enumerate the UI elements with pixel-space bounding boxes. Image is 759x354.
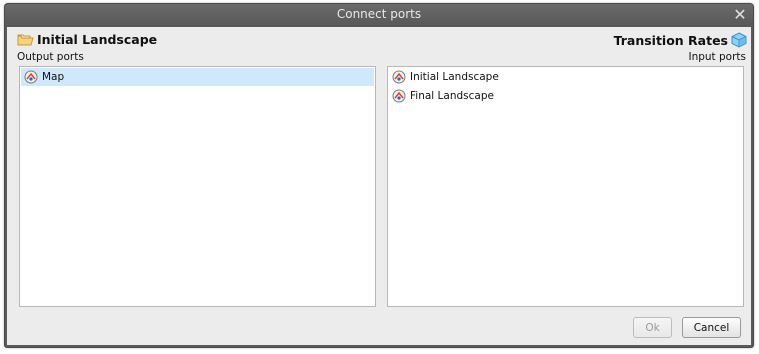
source-title: Initial Landscape (37, 32, 158, 47)
cancel-button[interactable]: Cancel (682, 317, 741, 338)
source-header: Initial Landscape (17, 32, 157, 47)
close-button[interactable]: ✕ (731, 5, 749, 25)
title-bar[interactable]: Connect ports ✕ (5, 4, 753, 27)
ok-button[interactable]: Ok (633, 317, 672, 338)
dialog-title: Connect ports (336, 7, 422, 21)
list-item[interactable]: Map (21, 68, 374, 86)
port-icon (24, 70, 38, 84)
folder-icon (17, 33, 34, 47)
port-icon (392, 89, 406, 103)
dialog-body: Initial Landscape Transition Rates Outpu… (7, 27, 751, 345)
input-ports-label: Input ports (688, 51, 746, 63)
input-ports-list[interactable]: Initial Landscape Final Landscape (387, 66, 744, 307)
list-item[interactable]: Initial Landscape (389, 68, 742, 86)
output-ports-list[interactable]: Map (19, 66, 376, 307)
target-title: Transition Rates (613, 32, 728, 48)
cube-icon (731, 32, 747, 48)
output-ports-label: Output ports (17, 51, 84, 63)
target-header: Transition Rates (614, 32, 747, 48)
connect-ports-dialog: Connect ports ✕ Initial Landscape Transi… (4, 3, 754, 348)
list-item-label: Final Landscape (410, 90, 494, 102)
port-icon (392, 70, 406, 84)
list-item-label: Map (42, 71, 65, 83)
list-item-label: Initial Landscape (410, 71, 499, 83)
list-item[interactable]: Final Landscape (389, 87, 742, 105)
